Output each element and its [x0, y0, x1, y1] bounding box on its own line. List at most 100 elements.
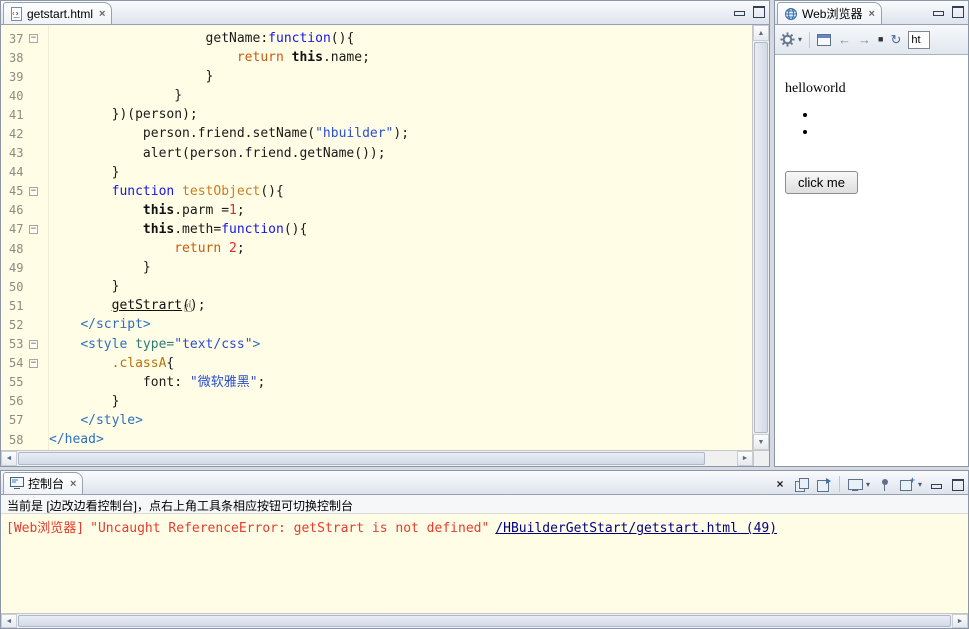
maximize-icon[interactable]: [951, 478, 964, 491]
code-line[interactable]: person.friend.setName("hbuilder");: [49, 124, 752, 143]
clear-console-icon[interactable]: ×: [773, 477, 787, 491]
code-token: function: [221, 221, 284, 237]
editor-horizontal-scrollbar[interactable]: ◄ ►: [1, 450, 753, 466]
line-number: 44: [9, 165, 24, 180]
back-icon[interactable]: ←: [838, 33, 851, 46]
code-line[interactable]: </script>: [49, 315, 752, 334]
scroll-up-arrow[interactable]: ▲: [753, 25, 769, 41]
open-console-caret[interactable]: ▾: [918, 480, 922, 489]
gutter-line: 50: [1, 277, 48, 296]
hand-cursor-icon: ☝: [183, 297, 193, 316]
browser-tabbar: Web浏览器 ×: [775, 1, 968, 25]
forward-icon[interactable]: →: [858, 33, 871, 46]
code-line[interactable]: }: [49, 86, 752, 105]
code-token: }: [142, 260, 151, 276]
copy-log-icon[interactable]: [794, 477, 809, 492]
fold-marker[interactable]: −: [29, 358, 38, 368]
code-line[interactable]: }: [49, 67, 752, 86]
minimize-icon[interactable]: [930, 479, 943, 490]
code-line[interactable]: </head>: [49, 430, 752, 449]
gutter-line: 47−: [1, 220, 48, 239]
maximize-icon[interactable]: [951, 6, 964, 18]
code-line[interactable]: getName:function(){: [49, 29, 752, 48]
code-token: }: [174, 88, 183, 104]
scroll-left-arrow[interactable]: ◄: [1, 451, 17, 466]
bullet-list: [775, 107, 968, 141]
gutter: 37−38 39 40 41 42 43 44 45−46 47−48 49 50 51 52 53−54…: [1, 25, 49, 450]
code-line[interactable]: this.meth=function(){: [49, 220, 752, 239]
code-token: }: [205, 69, 214, 85]
code-token: (){: [330, 31, 355, 46]
code-token: return: [236, 50, 284, 66]
horizontal-scroll-thumb[interactable]: [18, 615, 951, 627]
display-console-icon[interactable]: [847, 478, 863, 491]
display-console-caret[interactable]: ▾: [866, 480, 870, 489]
code-line[interactable]: getStrart();: [49, 296, 752, 315]
code-token: testObject: [182, 183, 261, 199]
code-line[interactable]: <style type="text/css">: [49, 335, 752, 354]
code-lines[interactable]: getName:function(){ return this.name; } …: [49, 25, 752, 450]
code-line[interactable]: this.parm =1;: [49, 201, 752, 220]
close-tab-icon[interactable]: ×: [868, 8, 874, 20]
code-token: "微软雅黑": [189, 374, 258, 390]
code-token: alert(person.friend.getName());: [142, 145, 386, 161]
vertical-scroll-thumb[interactable]: [754, 42, 768, 433]
code-editor[interactable]: 37−38 39 40 41 42 43 44 45−46 47−48 49 50 51 52 53−54…: [1, 25, 769, 450]
web-browser-panel: Web浏览器 × ▾ ← → ■ ↻ helloworld click me: [774, 0, 969, 467]
close-tab-icon[interactable]: ×: [70, 478, 76, 490]
scroll-right-arrow[interactable]: ►: [952, 614, 968, 628]
click-me-button[interactable]: click me: [785, 171, 858, 194]
fold-marker[interactable]: −: [29, 339, 38, 349]
code-line[interactable]: alert(person.friend.getName());: [49, 144, 752, 163]
pin-console-icon[interactable]: [878, 478, 892, 491]
close-tab-icon[interactable]: ×: [99, 8, 105, 20]
stop-icon[interactable]: ■: [878, 35, 883, 44]
gutter-line: 55: [1, 373, 48, 392]
code-line[interactable]: }: [49, 392, 752, 411]
maximize-icon[interactable]: [752, 6, 765, 18]
code-token: (){: [260, 183, 284, 199]
fold-marker[interactable]: −: [29, 224, 38, 234]
scroll-left-arrow[interactable]: ◄: [1, 614, 17, 628]
editor-vertical-scrollbar[interactable]: ▲ ▼: [752, 25, 769, 450]
fold-marker[interactable]: −: [29, 34, 38, 44]
code-token: .parm =: [174, 202, 230, 218]
code-line[interactable]: }: [49, 163, 752, 182]
code-token: function: [111, 183, 175, 199]
code-token: "hbuilder": [315, 126, 394, 142]
code-token: return: [174, 241, 222, 257]
fold-marker[interactable]: −: [29, 186, 38, 196]
code-line[interactable]: }: [49, 277, 752, 296]
line-number: 51: [9, 298, 24, 313]
code-line[interactable]: return 2;: [49, 239, 752, 258]
open-console-icon[interactable]: [899, 475, 915, 491]
code-line[interactable]: return this.name;: [49, 48, 752, 67]
export-log-icon[interactable]: [816, 477, 831, 492]
minimize-icon[interactable]: [932, 6, 945, 17]
code-line[interactable]: })(person);: [49, 105, 752, 124]
code-line[interactable]: font: "微软雅黑";: [49, 373, 752, 392]
code-line[interactable]: </style>: [49, 411, 752, 430]
settings-caret-icon[interactable]: ▾: [798, 35, 802, 44]
line-number: 41: [9, 107, 24, 122]
line-number: 39: [9, 69, 24, 84]
tab-console[interactable]: 控制台 ×: [3, 472, 84, 494]
scroll-right-arrow[interactable]: ►: [737, 451, 753, 466]
browser-window-icon[interactable]: [817, 33, 832, 46]
console-horizontal-scrollbar[interactable]: ◄ ►: [1, 613, 968, 628]
tab-getstart-html[interactable]: getstart.html ×: [3, 2, 113, 24]
url-input[interactable]: [908, 30, 931, 49]
gutter-line: 58: [1, 430, 48, 449]
tab-web-browser[interactable]: Web浏览器 ×: [777, 2, 882, 24]
refresh-icon[interactable]: ↻: [890, 33, 901, 46]
error-file-link[interactable]: /HBuilderGetStart/getstart.html (49): [495, 521, 777, 536]
horizontal-scroll-thumb[interactable]: [18, 452, 705, 465]
minimize-icon[interactable]: [733, 6, 746, 17]
line-number: 46: [9, 203, 24, 218]
scroll-down-arrow[interactable]: ▼: [753, 434, 769, 450]
code-line[interactable]: function testObject(){: [49, 182, 752, 201]
settings-gear-icon[interactable]: [780, 32, 795, 47]
code-line[interactable]: .classA{: [49, 354, 752, 373]
code-line[interactable]: }: [49, 258, 752, 277]
